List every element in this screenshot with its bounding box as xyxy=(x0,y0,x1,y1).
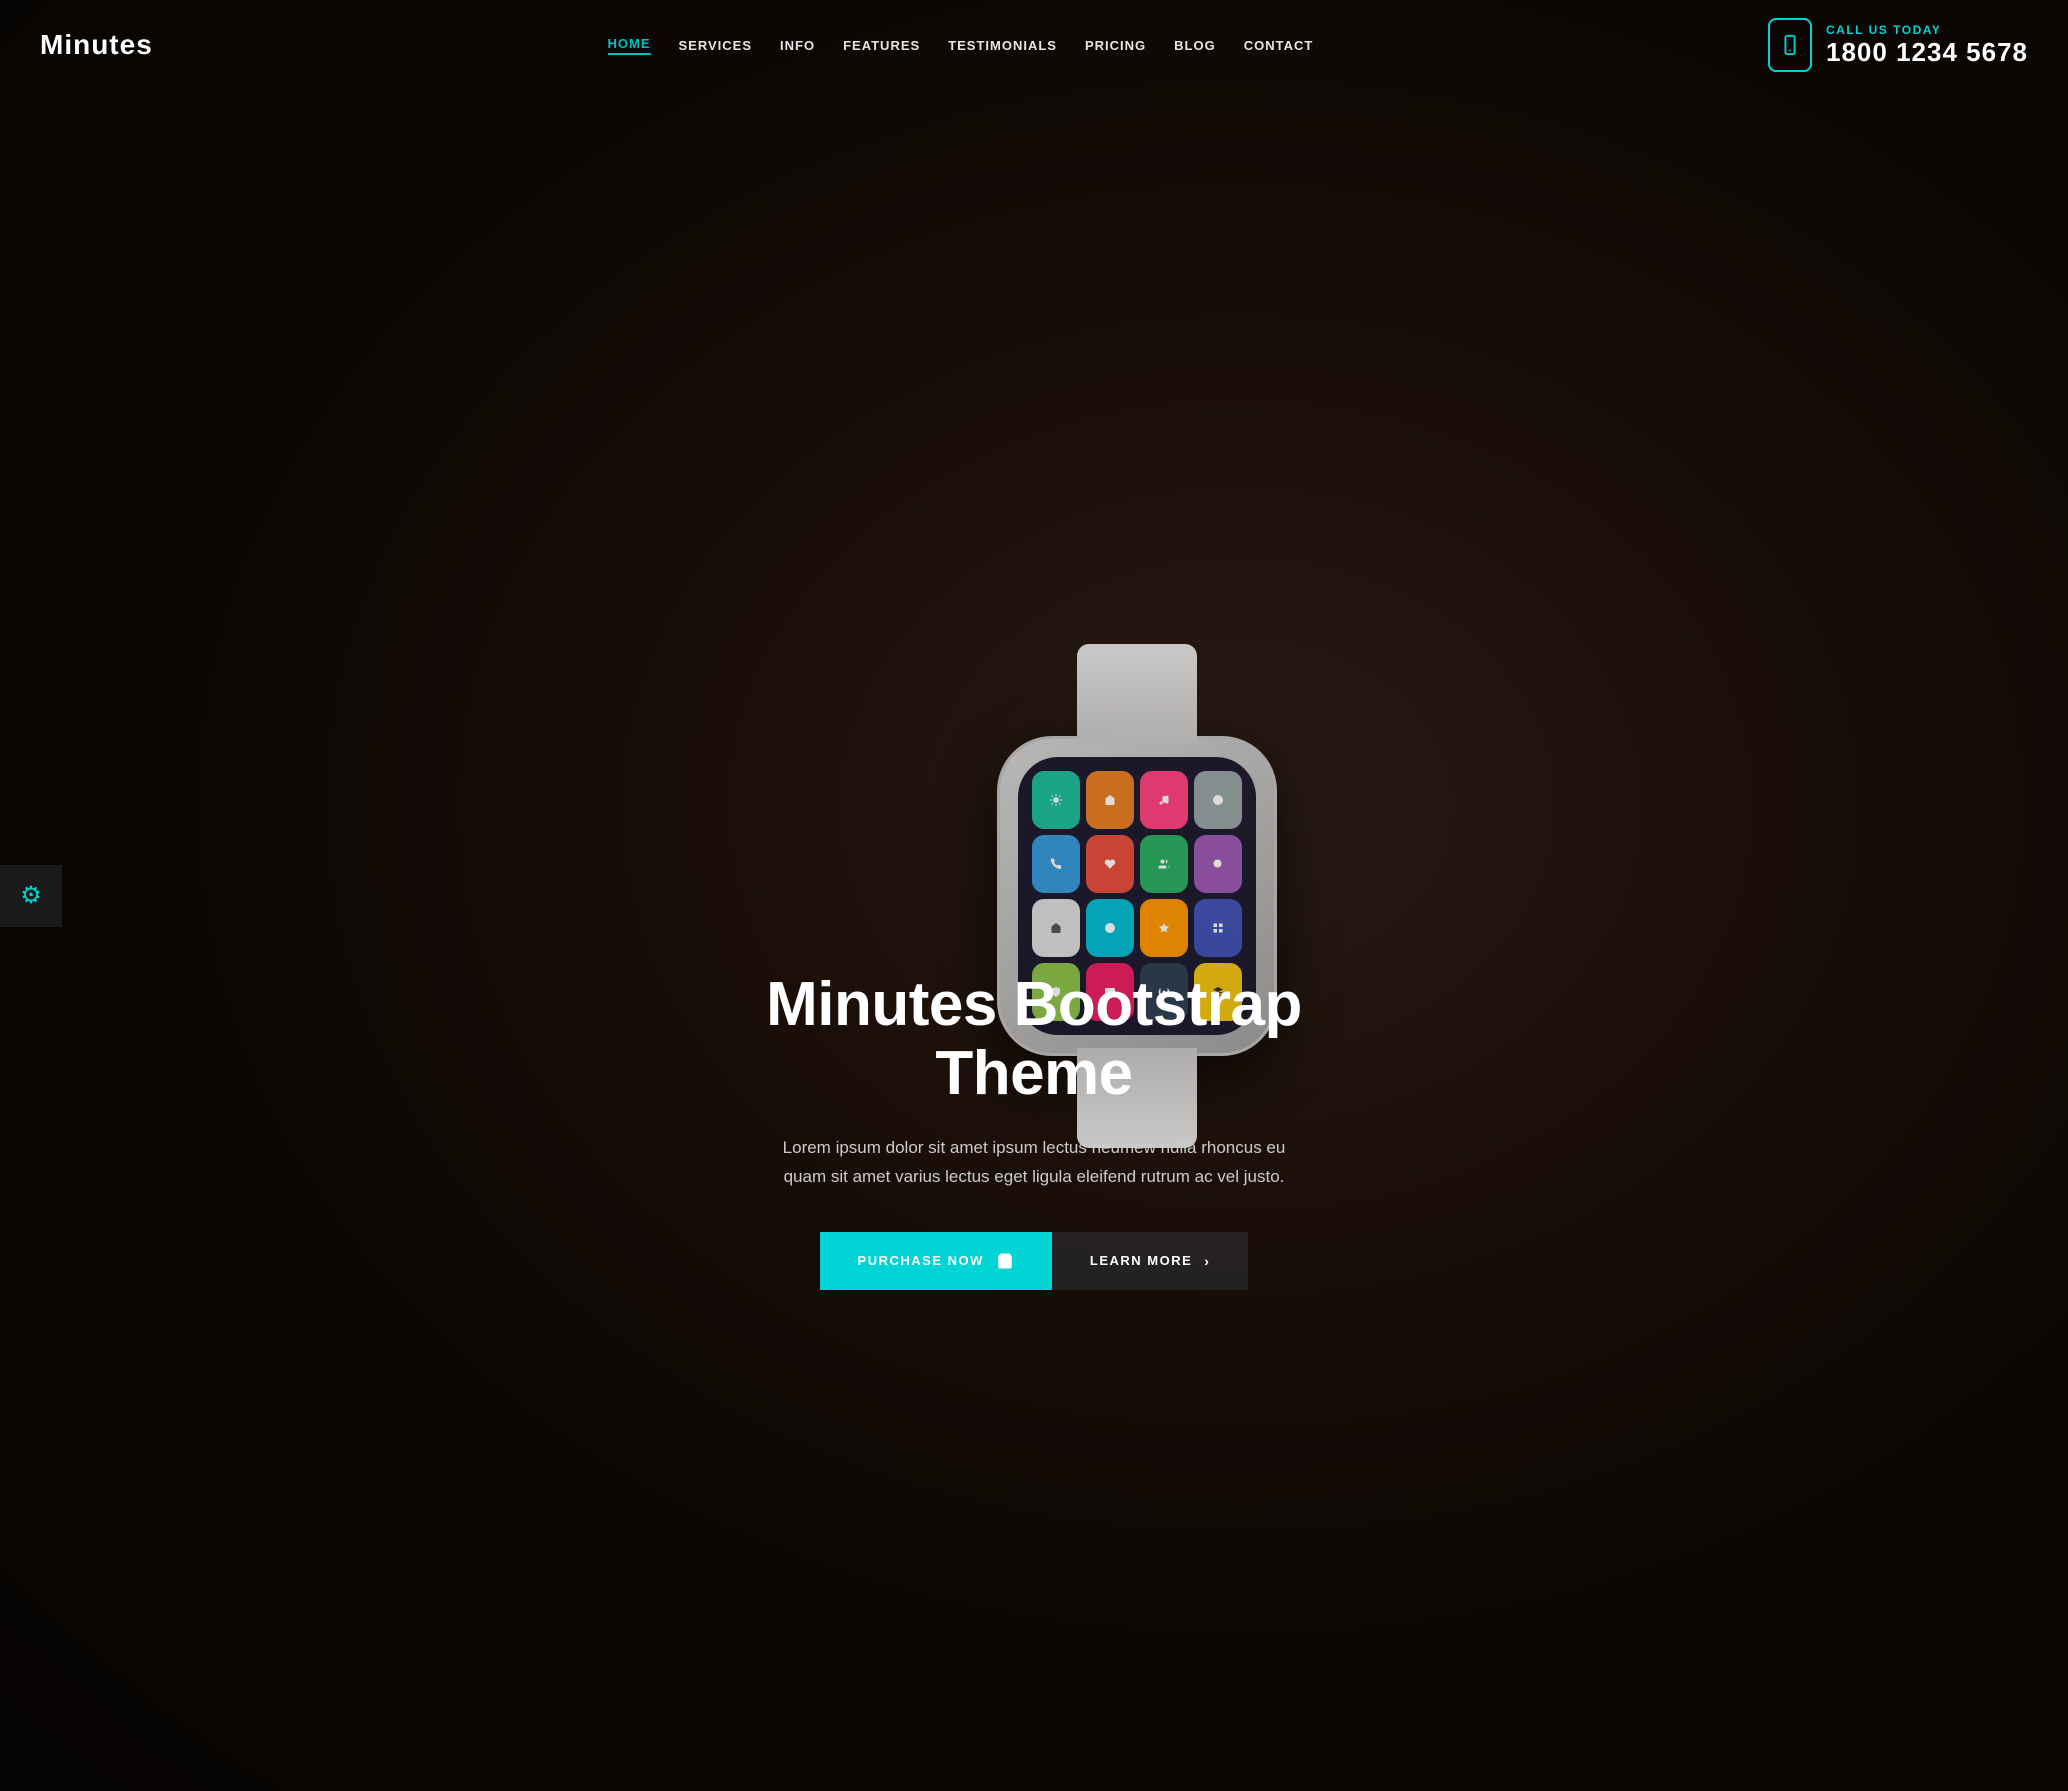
hero-title: Minutes Bootstrap Theme xyxy=(704,971,1364,1107)
nav-item-services[interactable]: SERVICES xyxy=(679,38,753,53)
app-icon-2 xyxy=(1086,771,1134,829)
main-nav: HOME SERVICES INFO FEATURES TESTIMONIALS… xyxy=(608,36,1314,55)
site-header: Minutes HOME SERVICES INFO FEATURES TEST… xyxy=(0,0,2068,90)
header-contact: CALL US TODAY 1800 1234 5678 xyxy=(1768,18,2028,72)
app-icon-6 xyxy=(1086,835,1134,893)
chevron-right-icon: › xyxy=(1204,1253,1210,1269)
hero-section: Minutes Bootstrap Theme Lorem ipsum dolo… xyxy=(0,0,2068,1791)
nav-item-home[interactable]: HOME xyxy=(608,36,651,55)
app-icon-3 xyxy=(1140,771,1188,829)
app-icon-1 xyxy=(1032,771,1080,829)
settings-button[interactable]: ⚙ xyxy=(0,865,62,927)
call-label: CALL US TODAY xyxy=(1826,23,2028,37)
learn-more-button[interactable]: LEARN MORE › xyxy=(1052,1232,1249,1290)
app-icon-11 xyxy=(1140,899,1188,957)
app-icon-7 xyxy=(1140,835,1188,893)
app-icon-5 xyxy=(1032,835,1080,893)
hero-content: Minutes Bootstrap Theme Lorem ipsum dolo… xyxy=(684,971,1384,1289)
purchase-now-button[interactable]: PURCHASE NOW xyxy=(820,1232,1052,1290)
nav-item-contact[interactable]: CONTACT xyxy=(1244,38,1314,53)
nav-item-testimonials[interactable]: TESTIMONIALS xyxy=(948,38,1057,53)
app-icon-8 xyxy=(1194,835,1242,893)
nav-item-pricing[interactable]: PRICING xyxy=(1085,38,1146,53)
watch-band-top xyxy=(1077,644,1197,744)
app-icon-9 xyxy=(1032,899,1080,957)
learn-more-label: LEARN MORE xyxy=(1090,1253,1192,1268)
nav-item-features[interactable]: FEATURES xyxy=(843,38,920,53)
app-icon-12 xyxy=(1194,899,1242,957)
contact-text-block: CALL US TODAY 1800 1234 5678 xyxy=(1826,23,2028,68)
site-logo[interactable]: Minutes xyxy=(40,29,153,61)
app-icon-4 xyxy=(1194,771,1242,829)
hero-buttons: PURCHASE NOW LEARN MORE › xyxy=(704,1232,1364,1290)
phone-icon-box xyxy=(1768,18,1812,72)
cart-icon xyxy=(996,1252,1014,1270)
phone-number: 1800 1234 5678 xyxy=(1826,37,2028,68)
nav-item-info[interactable]: INFO xyxy=(780,38,815,53)
purchase-button-label: PURCHASE NOW xyxy=(858,1253,984,1268)
gear-icon: ⚙ xyxy=(20,881,42,910)
hero-subtitle: Lorem ipsum dolor sit amet ipsum lectus … xyxy=(764,1134,1304,1192)
phone-icon xyxy=(1779,34,1801,56)
app-icon-10 xyxy=(1086,899,1134,957)
nav-item-blog[interactable]: BLOG xyxy=(1174,38,1216,53)
